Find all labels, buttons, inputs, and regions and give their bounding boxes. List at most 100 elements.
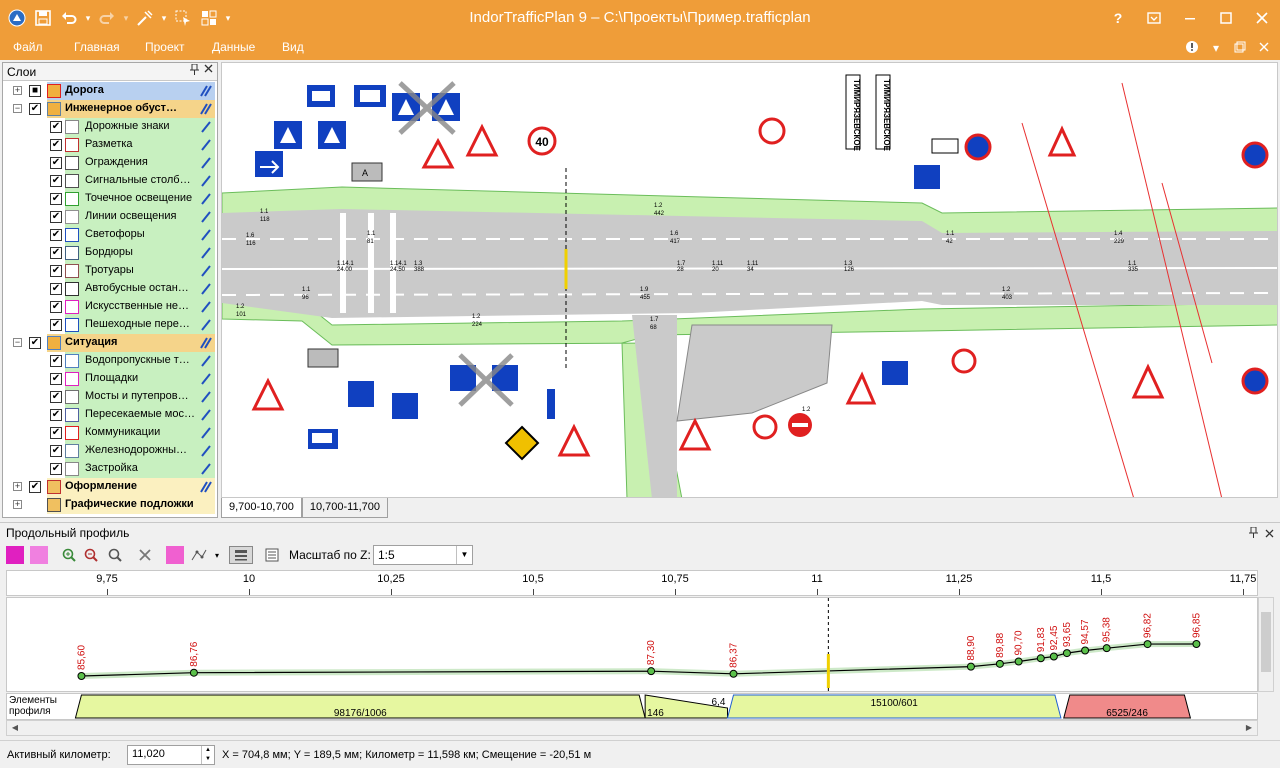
layer-row[interactable]: − ✔ Инженерное обуст… <box>3 100 217 118</box>
scroll-left-icon[interactable]: ◀ <box>7 721 23 735</box>
menu-project[interactable]: Проект <box>145 40 185 54</box>
tab-section-1[interactable]: 9,700-10,700 <box>221 498 302 518</box>
edit-icon[interactable] <box>199 426 213 440</box>
layer-visibility-checkbox[interactable]: ✔ <box>49 139 62 151</box>
edit-icon[interactable] <box>199 462 213 476</box>
layer-visibility-checkbox[interactable]: ✔ <box>49 175 62 187</box>
layer-row[interactable]: − ✔ Ситуация <box>3 334 217 352</box>
select-icon[interactable] <box>170 5 196 31</box>
vertical-scroll-thumb[interactable] <box>1261 612 1271 672</box>
tool-dropdown-icon[interactable]: ▾ <box>158 5 170 31</box>
close-button[interactable] <box>1244 0 1280 36</box>
layer-visibility-checkbox[interactable]: ✔ <box>29 481 41 493</box>
layer-visibility-checkbox[interactable]: ✔ <box>49 409 62 421</box>
active-km-input[interactable]: 11,020 ▲ ▼ <box>127 745 215 765</box>
layer-row[interactable]: ✔ Водопропускные т… <box>3 352 217 370</box>
notification-icon[interactable] <box>1182 40 1202 57</box>
layer-visibility-checkbox[interactable]: ✔ <box>49 301 62 313</box>
layer-row[interactable]: + ✔ Оформление <box>3 478 217 496</box>
edit-icon[interactable] <box>199 390 213 404</box>
edit-icon[interactable] <box>199 120 213 134</box>
delete-icon[interactable] <box>136 546 154 564</box>
zoom-out-icon[interactable] <box>82 546 100 564</box>
layer-visibility-checkbox[interactable]: ✔ <box>49 319 62 331</box>
layer-row[interactable]: ✔ Ограждения <box>3 154 217 172</box>
layer-visibility-checkbox[interactable]: ✔ <box>49 391 62 403</box>
list-view-icon[interactable] <box>263 546 281 564</box>
vertex-point[interactable] <box>1049 652 1058 661</box>
edit-icon[interactable] <box>199 138 213 152</box>
profile-pin-icon[interactable] <box>1249 526 1258 541</box>
layer-row[interactable]: ✔ Дорожные знаки <box>3 118 217 136</box>
edit-icon[interactable] <box>199 318 213 332</box>
ribbon-display-button[interactable] <box>1136 0 1172 36</box>
polyline-icon[interactable] <box>190 546 208 564</box>
layer-row[interactable]: ✔ Пешеходные пере… <box>3 316 217 334</box>
map-canvas[interactable]: 40 ТИМИРЯЗЕВСКОЕ ТИМИРЯЗЕВСКОЕ А 1.1 118… <box>221 62 1278 498</box>
vertex-point[interactable] <box>995 659 1004 668</box>
layer-row[interactable]: ✔ Сигнальные столб… <box>3 172 217 190</box>
vertex-point[interactable] <box>1102 644 1111 653</box>
edit-icon[interactable] <box>199 246 213 260</box>
layers-close-icon[interactable] <box>201 64 215 76</box>
menu-dropdown-icon[interactable]: ▾ <box>1206 41 1226 55</box>
layer-visibility-checkbox[interactable]: ✔ <box>49 211 62 223</box>
vertex-point[interactable] <box>1143 640 1152 649</box>
km-spinner[interactable]: ▲ ▼ <box>201 746 214 764</box>
menu-file[interactable]: Файл <box>13 40 43 54</box>
menu-data[interactable]: Данные <box>212 40 255 54</box>
vertex-point[interactable] <box>1014 657 1023 666</box>
vertex-point[interactable] <box>189 668 198 677</box>
layer-visibility-checkbox[interactable]: ✔ <box>49 373 62 385</box>
save-icon[interactable] <box>30 5 56 31</box>
layer-visibility-checkbox[interactable]: ✔ <box>29 103 41 115</box>
layer-row[interactable]: ✔ Точечное освещение <box>3 190 217 208</box>
customize-icon[interactable]: ▾ <box>222 5 234 31</box>
menu-view[interactable]: Вид <box>282 40 304 54</box>
undo-icon[interactable] <box>56 5 82 31</box>
layer-visibility-checkbox[interactable]: ✔ <box>49 283 62 295</box>
scale-z-select[interactable]: 1:5 ▼ <box>373 545 473 565</box>
edit-icon[interactable] <box>199 210 213 224</box>
vertex-point[interactable] <box>966 662 975 671</box>
doc-close-icon[interactable] <box>1254 41 1274 55</box>
menu-home[interactable]: Главная <box>74 40 120 54</box>
edit-icon[interactable] <box>199 264 213 278</box>
add-element-icon[interactable] <box>30 546 48 564</box>
maximize-button[interactable] <box>1208 0 1244 36</box>
layer-row[interactable]: ✔ Линии освещения <box>3 208 217 226</box>
profile-view-icon[interactable] <box>229 546 253 564</box>
edit-icon[interactable] <box>199 282 213 296</box>
expand-icon[interactable]: + <box>13 482 22 491</box>
vertex-point[interactable] <box>647 667 656 676</box>
vertex-point[interactable] <box>1192 640 1201 648</box>
edit-icon[interactable] <box>199 300 213 314</box>
layer-row[interactable]: ✔ Тротуары <box>3 262 217 280</box>
layer-visibility-checkbox[interactable]: ✔ <box>49 193 62 205</box>
layer-row[interactable]: ✔ Площадки <box>3 370 217 388</box>
expand-icon[interactable]: + <box>13 86 22 95</box>
edit-icon[interactable] <box>199 408 213 422</box>
collapse-icon[interactable]: − <box>13 338 22 347</box>
tool-icon[interactable] <box>132 5 158 31</box>
zoom-extent-icon[interactable] <box>106 546 124 564</box>
layer-row[interactable]: ✔ Автобусные остан… <box>3 280 217 298</box>
layer-visibility-checkbox[interactable]: ✔ <box>49 463 62 475</box>
layer-visibility-checkbox[interactable]: ■ <box>29 85 41 97</box>
layer-row[interactable]: ✔ Светофоры <box>3 226 217 244</box>
layer-row[interactable]: ✔ Искусственные не… <box>3 298 217 316</box>
layer-visibility-checkbox[interactable]: ✔ <box>49 121 62 133</box>
edit-group-icon[interactable] <box>199 480 213 494</box>
polyline-dropdown-icon[interactable]: ▾ <box>208 546 226 564</box>
edit-icon[interactable] <box>199 444 213 458</box>
layer-visibility-checkbox[interactable]: ✔ <box>49 229 62 241</box>
layer-row[interactable]: ✔ Застройка <box>3 460 217 478</box>
expand-icon[interactable]: + <box>13 500 22 509</box>
scroll-right-icon[interactable]: ▶ <box>1241 721 1257 735</box>
edit-icon[interactable] <box>199 354 213 368</box>
redo-icon[interactable] <box>94 5 120 31</box>
layout-icon[interactable] <box>196 5 222 31</box>
edit-icon[interactable] <box>199 372 213 386</box>
collapse-icon[interactable]: − <box>13 104 22 113</box>
layer-visibility-checkbox[interactable]: ✔ <box>49 157 62 169</box>
